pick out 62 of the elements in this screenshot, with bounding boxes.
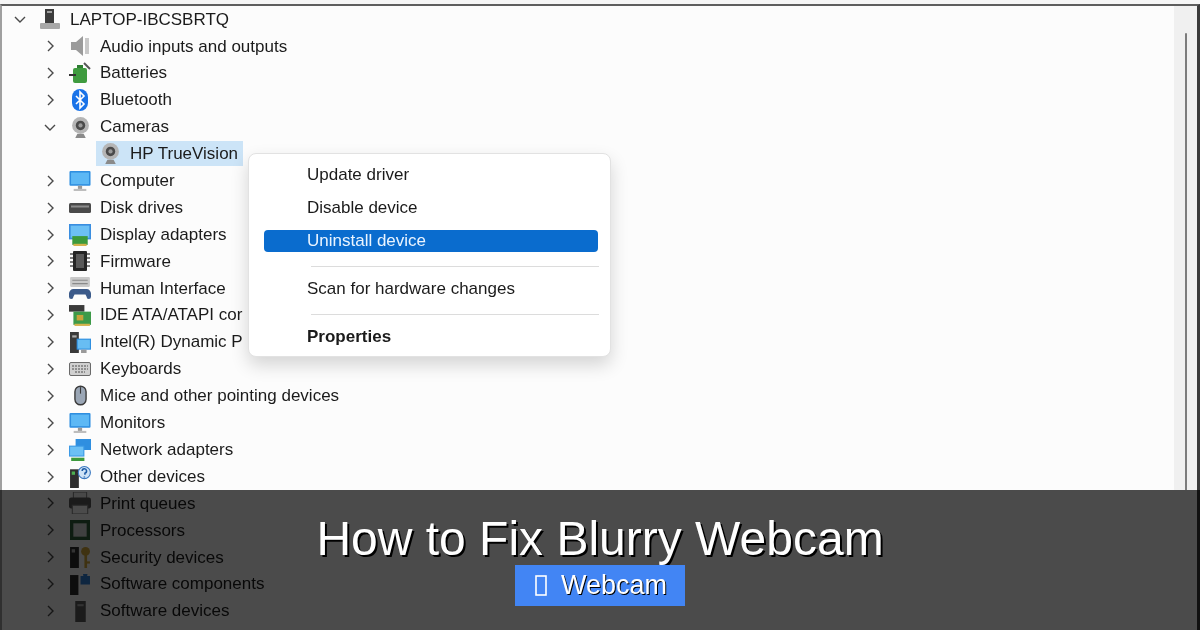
keyboard-icon (69, 362, 91, 376)
tree-item[interactable]: Computer (66, 168, 180, 194)
mouse-icon (73, 385, 87, 407)
square-icon (534, 575, 547, 596)
keyboard-gamepad-icon (69, 277, 91, 300)
monitor-icon (69, 412, 91, 433)
tree-item[interactable]: Batteries (66, 60, 173, 86)
chevron-right-icon[interactable] (46, 40, 54, 53)
chevron-right-icon[interactable] (46, 443, 54, 456)
chip-icon (70, 250, 90, 273)
chevron-right-icon[interactable] (46, 282, 54, 295)
bluetooth-icon (72, 89, 88, 112)
webcam-icon (101, 143, 119, 165)
tree-item[interactable]: Mice and other pointing devices (66, 383, 345, 409)
chevron-down-icon[interactable] (44, 123, 56, 131)
computer-monitor-icon (69, 331, 91, 353)
chevron-right-icon[interactable] (46, 174, 54, 187)
tree-item[interactable]: Network adapters (66, 437, 239, 463)
tree-item[interactable]: Monitors (66, 410, 171, 436)
monitor-icon (69, 170, 91, 191)
chevron-right-icon[interactable] (46, 201, 54, 214)
tree-item[interactable]: HP TrueVision (96, 141, 244, 167)
tree-item[interactable]: IDE ATA/ATAPI cor (66, 302, 248, 328)
scrollbar-thumb[interactable] (1184, 33, 1187, 490)
chevron-right-icon[interactable] (46, 255, 54, 268)
chevron-right-icon[interactable] (46, 470, 54, 483)
menu-item[interactable]: Properties (264, 326, 598, 348)
tree-item[interactable]: Bluetooth (66, 87, 177, 113)
tree-item[interactable]: Intel(R) Dynamic P (66, 329, 248, 355)
computer-icon (39, 8, 61, 31)
chevron-right-icon[interactable] (46, 336, 54, 349)
tree-item[interactable]: Firmware (66, 248, 176, 274)
chevron-right-icon[interactable] (46, 363, 54, 375)
battery-icon (69, 62, 91, 85)
chevron-right-icon[interactable] (46, 67, 54, 80)
tree-item[interactable]: Keyboards (66, 356, 187, 382)
chevron-right-icon[interactable] (46, 389, 54, 402)
circuit-board-icon (69, 304, 91, 326)
tree-item[interactable]: LAPTOP-IBCSBRTQ (36, 6, 235, 32)
article-title: How to Fix Blurry Webcam (316, 515, 884, 563)
menu-item[interactable]: Update driver (264, 164, 598, 186)
network-icon (69, 438, 91, 461)
chevron-right-icon[interactable] (46, 94, 54, 107)
tree-item[interactable]: Disk drives (66, 195, 189, 221)
speaker-icon (70, 36, 90, 57)
menu-item[interactable]: Scan for hardware changes (264, 278, 598, 300)
menu-item[interactable]: Disable device (264, 197, 598, 219)
chevron-right-icon[interactable] (46, 309, 54, 322)
display-card-icon (69, 223, 91, 246)
question-device-icon (69, 465, 91, 488)
tree-item[interactable]: Other devices (66, 464, 210, 490)
tree-item[interactable]: Cameras (66, 114, 174, 140)
tree-item[interactable]: Human Interface (66, 275, 231, 301)
chevron-right-icon[interactable] (46, 416, 54, 429)
disk-drive-icon (69, 202, 91, 213)
menu-item[interactable]: Uninstall device (264, 230, 598, 252)
tree-item[interactable]: Display adapters (66, 222, 232, 248)
webcam-icon (71, 116, 89, 138)
category-tag[interactable]: Webcam (514, 565, 685, 606)
tree-item[interactable]: Audio inputs and outputs (66, 33, 293, 59)
chevron-down-icon[interactable] (14, 15, 26, 23)
chevron-right-icon[interactable] (46, 228, 54, 241)
